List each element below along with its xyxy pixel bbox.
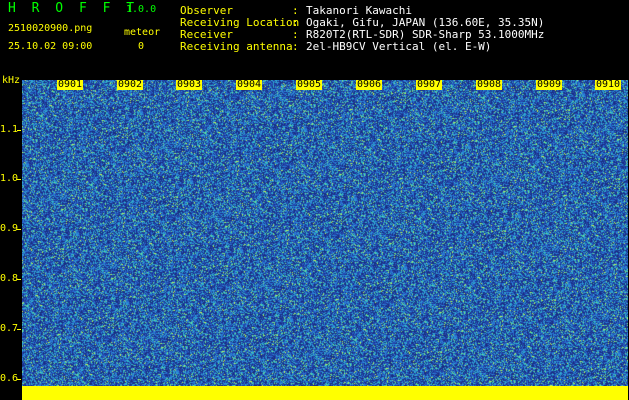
y-tick-mark bbox=[17, 179, 21, 180]
info-antenna-key: Receiving antenna bbox=[180, 40, 293, 53]
x-tick-label: 0905 bbox=[296, 79, 323, 90]
info-antenna-colon: : bbox=[292, 40, 299, 53]
y-tick-label: 1.1 bbox=[0, 124, 19, 135]
y-tick-mark bbox=[17, 130, 21, 131]
y-tick-mark bbox=[17, 379, 21, 380]
version-label: 1.0.0 bbox=[126, 4, 157, 15]
x-tick-label: 0907 bbox=[416, 79, 443, 90]
noise-band bbox=[22, 386, 628, 400]
logo: H R O F F T bbox=[8, 1, 139, 16]
y-tick-label: 0.9 bbox=[0, 223, 19, 234]
meteor-count: 0 bbox=[138, 41, 145, 52]
x-tick-label: 0909 bbox=[536, 79, 563, 90]
y-tick-mark bbox=[17, 329, 21, 330]
spectrogram bbox=[22, 80, 628, 386]
meteor-label: meteor bbox=[124, 27, 161, 38]
x-tick-label: 0908 bbox=[476, 79, 503, 90]
x-tick-label: 0904 bbox=[236, 79, 263, 90]
x-tick-label: 0906 bbox=[356, 79, 383, 90]
datetime-label: 25.10.02 09:00 bbox=[8, 41, 93, 52]
y-tick-label: 0.6 bbox=[0, 373, 19, 384]
info-antenna-value: 2el-HB9CV Vertical (el. E-W) bbox=[306, 40, 492, 53]
y-tick-mark bbox=[17, 279, 21, 280]
x-tick-label: 0910 bbox=[595, 79, 622, 90]
y-tick-mark bbox=[17, 229, 21, 230]
y-tick-label: 0.7 bbox=[0, 323, 19, 334]
y-tick-label: 1.0 bbox=[0, 173, 19, 184]
x-tick-label: 0903 bbox=[176, 79, 203, 90]
y-tick-label: 0.8 bbox=[0, 273, 19, 284]
filename-label: 2510020900.png bbox=[8, 23, 93, 34]
x-tick-label: 0901 bbox=[57, 79, 84, 90]
y-axis-unit: kHz bbox=[2, 75, 21, 86]
x-tick-label: 0902 bbox=[117, 79, 144, 90]
